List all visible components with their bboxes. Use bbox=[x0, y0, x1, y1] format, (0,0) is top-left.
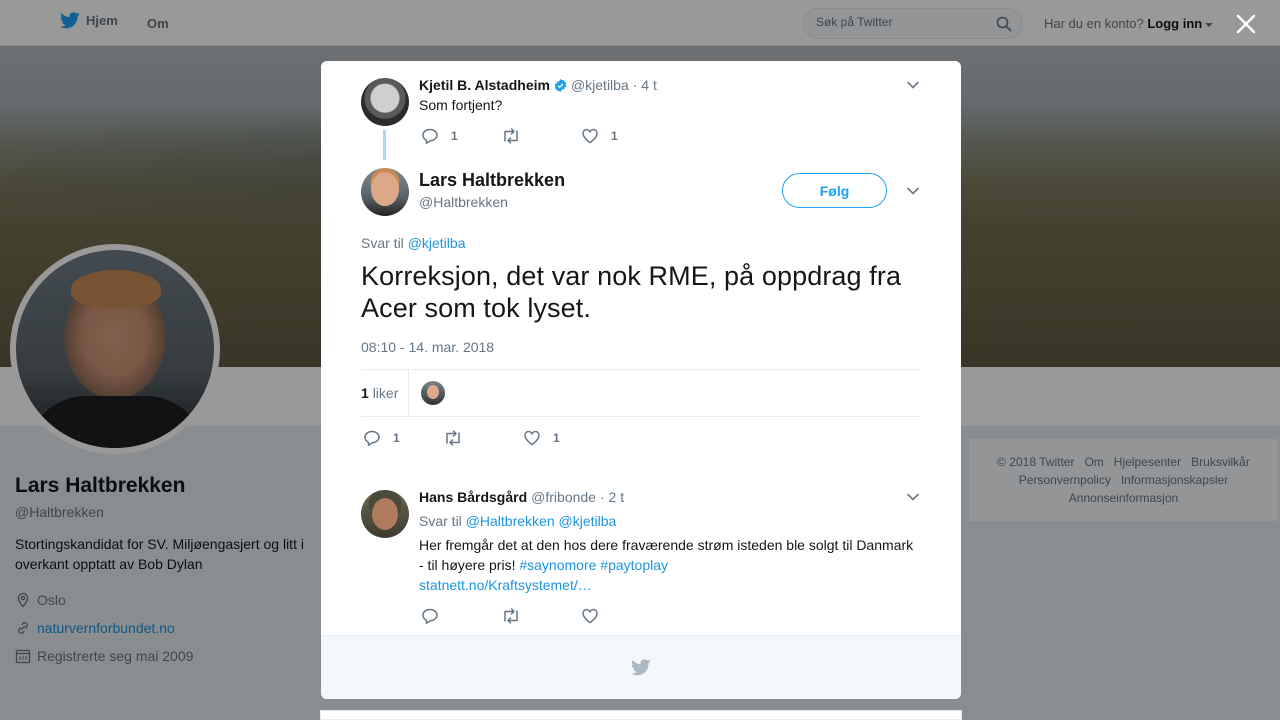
parent-tweet-time[interactable]: · 4 t bbox=[633, 77, 657, 93]
main-tweet-actions: 1 1 bbox=[363, 429, 560, 447]
thread-connector-line bbox=[383, 130, 386, 160]
reply-tweet-header: Hans Bårdsgård @fribonde · 2 t bbox=[419, 489, 624, 505]
avatar[interactable] bbox=[361, 490, 409, 538]
reply-mention[interactable]: @kjetilba bbox=[559, 513, 617, 529]
parent-tweet-author[interactable]: Kjetil B. Alstadheim bbox=[419, 77, 550, 93]
reply-count: 1 bbox=[393, 431, 400, 445]
reply-mention[interactable]: @kjetilba bbox=[408, 235, 466, 251]
reply-tweet-actions bbox=[421, 607, 599, 625]
tweet-stats: 1 liker bbox=[361, 369, 921, 417]
parent-tweet-header: Kjetil B. Alstadheim @kjetilba · 4 t bbox=[419, 77, 657, 93]
reply-mention[interactable]: @Haltbrekken bbox=[466, 513, 555, 529]
main-tweet-text: Korreksjon, det var nok RME, på oppdrag … bbox=[361, 261, 902, 323]
reply-tweet-time[interactable]: · 2 t bbox=[600, 489, 624, 505]
likes-stat[interactable]: 1 liker bbox=[361, 385, 398, 401]
like-button[interactable]: 1 bbox=[581, 127, 618, 145]
reply-tweet-reply-context: Svar til @Haltbrekken @kjetilba bbox=[419, 513, 616, 529]
reply-tweet-text-block: Her fremgår det at den hos dere fraværen… bbox=[419, 535, 919, 595]
reply-count: 1 bbox=[451, 129, 458, 143]
like-button[interactable] bbox=[581, 607, 599, 625]
reply-icon bbox=[364, 430, 380, 447]
likes-stat-count: 1 bbox=[361, 385, 369, 401]
main-tweet-author[interactable]: Lars Haltbrekken bbox=[419, 170, 565, 191]
verified-badge-icon bbox=[554, 78, 567, 92]
chevron-down-icon[interactable] bbox=[905, 183, 921, 199]
follow-button[interactable]: Følg bbox=[782, 173, 887, 208]
reply-button[interactable]: 1 bbox=[363, 429, 443, 447]
likes-stat-label: liker bbox=[372, 385, 399, 401]
main-tweet-reply-context: Svar til @kjetilba bbox=[361, 235, 465, 251]
heart-icon bbox=[582, 608, 598, 624]
retweet-button[interactable] bbox=[443, 429, 523, 447]
twitter-bird-icon bbox=[631, 659, 651, 676]
hashtag-link[interactable]: #saynomore bbox=[519, 557, 596, 573]
modal-footer bbox=[321, 635, 961, 699]
reply-tweet-handle[interactable]: @fribonde bbox=[531, 489, 596, 505]
parent-tweet-actions: 1 1 bbox=[421, 127, 618, 145]
chevron-down-icon[interactable] bbox=[905, 77, 921, 93]
reply-prefix: Svar til bbox=[419, 513, 462, 529]
reply-icon bbox=[422, 608, 438, 625]
close-icon[interactable] bbox=[1234, 12, 1258, 36]
main-tweet-timestamp[interactable]: 08:10 - 14. mar. 2018 bbox=[361, 339, 494, 355]
liker-avatar[interactable] bbox=[421, 381, 445, 405]
retweet-icon bbox=[446, 430, 460, 446]
heart-icon bbox=[582, 128, 598, 144]
like-count: 1 bbox=[553, 431, 560, 445]
retweet-icon bbox=[504, 608, 518, 624]
like-count: 1 bbox=[611, 129, 618, 143]
reply-icon bbox=[422, 128, 438, 145]
parent-tweet-handle[interactable]: @kjetilba bbox=[571, 77, 629, 93]
hashtag-link[interactable]: #paytoplay bbox=[600, 557, 668, 573]
external-link[interactable]: statnett.no/Kraftsystemet/… bbox=[419, 577, 592, 593]
heart-icon bbox=[524, 430, 540, 446]
main-tweet-handle[interactable]: @Haltbrekken bbox=[419, 194, 508, 210]
reply-tweet-author[interactable]: Hans Bårdsgård bbox=[419, 489, 527, 505]
retweet-button[interactable] bbox=[501, 127, 581, 145]
retweet-button[interactable] bbox=[501, 607, 581, 625]
parent-tweet-text: Som fortjent? bbox=[419, 97, 503, 113]
background-tweet-card-edge bbox=[320, 710, 962, 720]
retweet-icon bbox=[504, 128, 518, 144]
like-button[interactable]: 1 bbox=[523, 429, 560, 447]
reply-prefix: Svar til bbox=[361, 235, 404, 251]
reply-button[interactable]: 1 bbox=[421, 127, 501, 145]
avatar[interactable] bbox=[361, 78, 409, 126]
chevron-down-icon[interactable] bbox=[905, 489, 921, 505]
reply-button[interactable] bbox=[421, 607, 501, 625]
avatar[interactable] bbox=[361, 168, 409, 216]
